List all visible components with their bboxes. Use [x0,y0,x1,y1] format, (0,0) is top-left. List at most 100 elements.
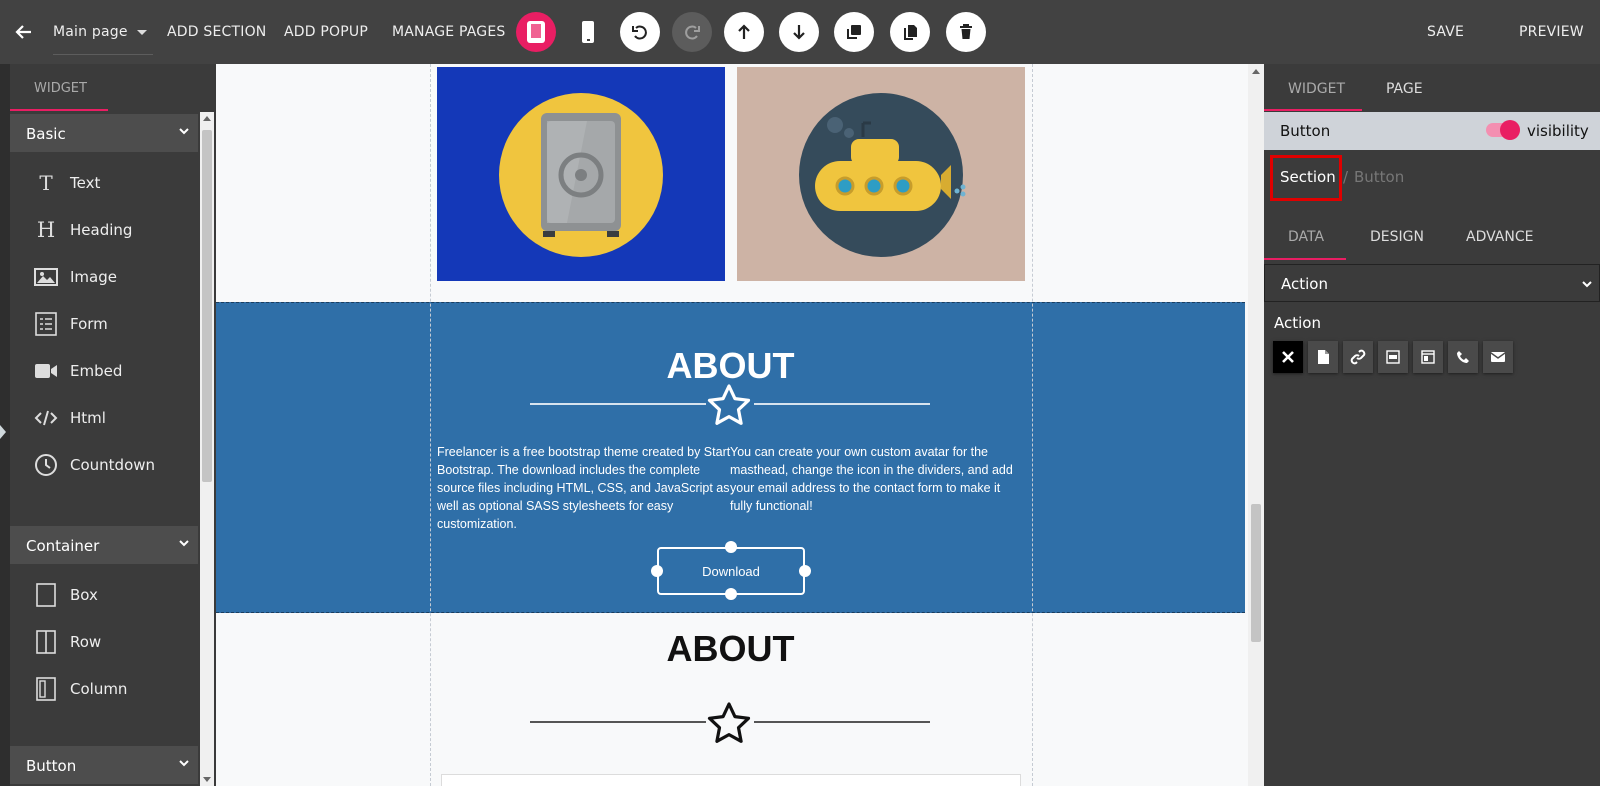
action-section-button[interactable] [1378,341,1408,373]
widget-form-label: Form [70,315,108,333]
about-section[interactable]: ABOUT Freelancer is a free bootstrap the… [216,302,1245,613]
widget-html-label: Html [70,409,106,427]
category-basic-label: Basic [26,125,66,143]
widget-tab-label[interactable]: WIDGET [34,81,87,96]
tab-design[interactable]: DESIGN [1370,229,1424,245]
category-container[interactable]: Container [10,526,198,564]
properties-panel: WIDGET PAGE Button visibility Section / … [1264,64,1600,786]
save-button[interactable]: SAVE [1427,24,1464,40]
widget-text[interactable]: T Text [34,171,100,195]
action-label: Action [1274,314,1321,332]
action-dropdown[interactable]: Action [1264,264,1600,302]
section-icon [1386,350,1400,364]
page-canvas[interactable]: ABOUT Freelancer is a free bootstrap the… [216,64,1249,786]
duplicate-icon [847,25,861,39]
about-heading-2[interactable]: ABOUT [216,628,1245,670]
undo-button[interactable] [620,12,660,52]
submarine-image[interactable] [737,67,1025,281]
widget-countdown[interactable]: Countdown [34,453,155,477]
widget-heading[interactable]: H Heading [34,218,133,242]
duplicate-button[interactable] [834,12,874,52]
widget-form[interactable]: Form [34,312,108,336]
move-down-button[interactable] [779,12,819,52]
preview-button[interactable]: PREVIEW [1519,24,1584,40]
widget-box[interactable]: Box [34,583,98,607]
action-page-button[interactable] [1308,341,1338,373]
delete-button[interactable] [946,12,986,52]
popup-icon [1421,350,1435,364]
chevron-down-icon [179,760,189,767]
element-header: Button visibility [1264,112,1600,150]
breadcrumb-section[interactable]: Section [1280,168,1336,186]
safe-image[interactable] [437,67,725,281]
scrollbar-thumb[interactable] [202,130,212,482]
arrow-up-icon [738,24,750,39]
resize-handle-right[interactable] [799,565,811,577]
tab-data[interactable]: DATA [1288,229,1324,245]
action-email-button[interactable] [1483,341,1513,373]
divider-line-right-2 [754,721,930,723]
chevron-down-icon [179,540,189,547]
widget-box-label: Box [70,586,98,604]
tab-page[interactable]: PAGE [1386,81,1423,97]
resize-handle-left[interactable] [651,565,663,577]
about-heading[interactable]: ABOUT [216,345,1245,387]
text-icon: T [39,171,53,195]
chevron-down-icon [179,128,189,135]
widget-row[interactable]: Row [34,630,101,654]
scroll-up-icon[interactable] [203,115,211,121]
add-section-button[interactable]: ADD SECTION [167,24,266,40]
mobile-view-button[interactable] [568,12,608,52]
widget-html[interactable]: Html [34,406,106,430]
action-popup-button[interactable] [1413,341,1443,373]
add-popup-button[interactable]: ADD POPUP [284,24,368,40]
action-none-button[interactable] [1273,341,1303,373]
page-select[interactable]: Main page [53,13,153,55]
back-arrow-icon[interactable] [14,22,34,42]
collapse-handle-icon[interactable] [0,425,6,439]
redo-button[interactable] [672,12,712,52]
action-dropdown-value: Action [1281,275,1328,293]
phone-icon [1457,351,1469,363]
copy-button[interactable] [890,12,930,52]
category-basic[interactable]: Basic [10,114,198,152]
widget-panel-scrollbar[interactable] [200,112,214,786]
tab-widget[interactable]: WIDGET [1288,81,1345,97]
canvas-scrollbar[interactable] [1248,64,1264,786]
resize-handle-bottom[interactable] [725,588,737,600]
star-icon [707,702,751,743]
scrollbar-thumb[interactable] [1251,504,1261,642]
move-up-button[interactable] [724,12,764,52]
container-guide-left [430,64,431,786]
safe-illustration [499,93,663,257]
tablet-view-button[interactable] [516,12,556,52]
action-phone-button[interactable] [1448,341,1478,373]
content-box[interactable] [441,774,1021,786]
widget-heading-label: Heading [70,221,133,239]
action-link-button[interactable] [1343,341,1373,373]
divider-line-left [530,403,706,405]
file-icon [1318,350,1329,364]
widget-image-label: Image [70,268,117,286]
about-paragraph-right[interactable]: You can create your own custom avatar fo… [730,443,1015,515]
widget-column[interactable]: Column [34,677,127,701]
close-icon [1282,351,1294,363]
widget-embed[interactable]: Embed [34,359,122,383]
manage-pages-button[interactable]: MANAGE PAGES [392,24,505,40]
about-paragraph-left[interactable]: Freelancer is a free bootstrap theme cre… [437,443,733,533]
row-icon [34,630,58,654]
category-button[interactable]: Button [10,746,198,784]
resize-handle-top[interactable] [725,541,737,553]
widget-countdown-label: Countdown [70,456,156,474]
tab-advance[interactable]: ADVANCE [1466,229,1533,245]
divider-line-left-2 [530,721,706,723]
widget-image[interactable]: Image [34,265,117,289]
redo-icon [685,25,700,40]
tab-underline [1264,109,1362,111]
scroll-up-icon[interactable] [1252,68,1260,74]
download-button-label: Download [702,563,760,579]
box-icon [34,583,58,607]
visibility-toggle[interactable] [1486,120,1520,140]
scroll-down-icon[interactable] [203,777,211,783]
chevron-down-icon [1582,281,1592,288]
